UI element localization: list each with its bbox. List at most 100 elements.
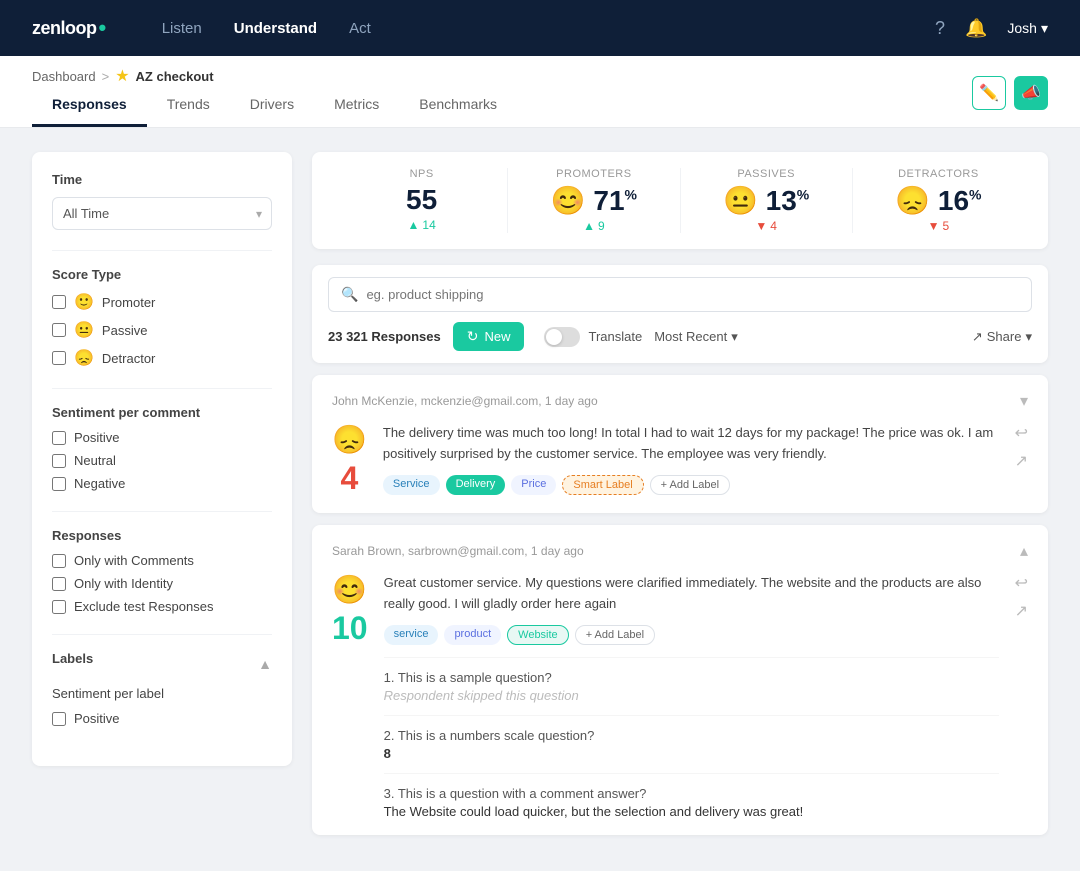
score-face-2: 😊 [332,573,367,606]
card-labels-1: Service Delivery Price Smart Label + Add… [383,475,999,495]
followup-a-1: Respondent skipped this question [384,688,999,703]
tab-drivers[interactable]: Drivers [230,96,314,127]
label-smart[interactable]: Smart Label [562,475,643,495]
score-passive[interactable]: 😐 Passive [52,320,272,340]
card-user-1: John McKenzie, mckenzie@gmail.com, 1 day… [332,394,598,408]
search-wrap: 🔍 [328,277,1032,312]
share-icon-2[interactable]: ↗ [1015,601,1028,621]
tab-trends[interactable]: Trends [147,96,230,127]
card-expand-2[interactable]: ▴ [1020,541,1028,561]
score-detractor[interactable]: 😞 Detractor [52,348,272,368]
label-delivery[interactable]: Delivery [446,475,506,495]
followup-q-2: 2. This is a numbers scale question? [384,728,999,743]
sentiment-per-label: Sentiment per label [52,686,272,701]
label-positive[interactable]: Positive [52,711,272,726]
label-service2[interactable]: service [384,625,439,645]
breadcrumb-bar: Dashboard > ★ AZ checkout Responses Tren… [0,56,1080,128]
card-collapse-1[interactable]: ▾ [1020,391,1028,411]
edit-button[interactable]: ✏️ [972,76,1006,110]
new-button[interactable]: ↻ New [453,322,525,351]
promoters-label: Promoters [524,168,663,180]
response-count: 23 321 Responses [328,329,441,344]
reply-icon-1[interactable]: ↩ [1015,423,1028,443]
time-filter: Time All Time ▾ [52,172,272,230]
main-content: Time All Time ▾ Score Type 🙂 Promoter 😐 … [0,128,1080,871]
bell-icon[interactable]: 🔔 [965,18,987,39]
score-type-label: Score Type [52,267,272,282]
nav-links: Listen Understand Act [162,20,371,37]
breadcrumb-star: ★ [115,66,129,86]
tab-responses[interactable]: Responses [32,96,147,127]
nav-listen[interactable]: Listen [162,20,202,37]
only-comments[interactable]: Only with Comments [52,553,272,568]
share-icon-1[interactable]: ↗ [1015,451,1028,471]
promoters-stat: Promoters 😊 71% ▲ 9 [508,168,680,233]
user-menu[interactable]: Josh ▾ [1007,20,1048,37]
nps-value: 55 [352,184,491,216]
add-label-btn-1[interactable]: + Add Label [650,475,730,495]
only-identity[interactable]: Only with Identity [52,576,272,591]
score-promoter[interactable]: 🙂 Promoter [52,292,272,312]
time-select[interactable]: All Time [52,197,272,230]
tabs: Responses Trends Drivers Metrics Benchma… [32,96,972,127]
followup-a-3: The Website could load quicker, but the … [384,804,999,819]
passives-stat: Passives 😐 13% ▼ 4 [681,168,853,233]
app-logo: zenloop• [32,15,106,41]
label-price[interactable]: Price [511,475,556,495]
score-wrap-2: 😊 10 [332,573,368,647]
response-card-1: John McKenzie, mckenzie@gmail.com, 1 day… [312,375,1048,513]
sort-chevron-icon: ▾ [731,329,738,345]
score-wrap-1: 😞 4 [332,423,367,497]
followup-1: 1. This is a sample question? Respondent… [384,657,999,703]
breadcrumb-root[interactable]: Dashboard [32,69,96,84]
exclude-test[interactable]: Exclude test Responses [52,599,272,614]
sentiment-label: Sentiment per comment [52,405,272,420]
passives-label: Passives [697,168,836,180]
broadcast-button[interactable]: 📣 [1014,76,1048,110]
card-actions-1: ↩ ↗ [1015,423,1028,471]
passive-icon: 😐 [74,320,94,340]
sentiment-neutral[interactable]: Neutral [52,453,272,468]
help-icon[interactable]: ? [935,18,945,39]
promoter-icon: 🙂 [74,292,94,312]
breadcrumb-sep: > [102,69,110,84]
score-num-1: 4 [341,460,359,497]
share-icon: ↗ [972,329,983,345]
detractors-delta: ▼ 5 [869,219,1008,233]
toolbar: 23 321 Responses ↻ New Translate Most Re… [328,322,1032,351]
breadcrumb-current: AZ checkout [136,69,214,84]
translate-toggle[interactable] [544,327,580,347]
label-service[interactable]: Service [383,475,440,495]
sentiment-negative[interactable]: Negative [52,476,272,491]
tab-metrics[interactable]: Metrics [314,96,399,127]
labels-filter: Labels ▲ Sentiment per label Positive [52,651,272,726]
reply-icon-2[interactable]: ↩ [1015,573,1028,593]
add-label-btn-2[interactable]: + Add Label [575,625,655,645]
nps-stat: NPS 55 ▲ 14 [336,168,508,233]
followup-3: 3. This is a question with a comment ans… [384,773,999,819]
detractor-icon: 😞 [74,348,94,368]
nav-understand[interactable]: Understand [234,20,317,37]
score-type-filter: Score Type 🙂 Promoter 😐 Passive 😞 Detrac… [52,267,272,368]
refresh-icon: ↻ [467,328,479,345]
search-icon: 🔍 [341,286,358,303]
translate-wrap: Translate [544,327,642,347]
collapse-icon[interactable]: ▲ [258,656,272,672]
share-chevron-icon: ▾ [1025,329,1032,345]
label-website[interactable]: Website [507,625,569,645]
share-button[interactable]: ↗ Share ▾ [972,329,1032,345]
sort-button[interactable]: Most Recent ▾ [654,329,738,345]
card-body-1: 😞 4 The delivery time was much too long!… [332,423,1028,497]
sentiment-filter: Sentiment per comment Positive Neutral N… [52,405,272,491]
responses-label: Responses [52,528,272,543]
nav-act[interactable]: Act [349,20,371,37]
score-num-2: 10 [332,610,368,647]
tab-benchmarks[interactable]: Benchmarks [399,96,517,127]
translate-label: Translate [588,329,642,344]
label-product[interactable]: product [444,625,501,645]
sentiment-positive[interactable]: Positive [52,430,272,445]
breadcrumb: Dashboard > ★ AZ checkout [32,66,972,96]
followup-q-1: 1. This is a sample question? [384,670,999,685]
search-input[interactable] [366,287,1019,302]
followup-2: 2. This is a numbers scale question? 8 [384,715,999,761]
